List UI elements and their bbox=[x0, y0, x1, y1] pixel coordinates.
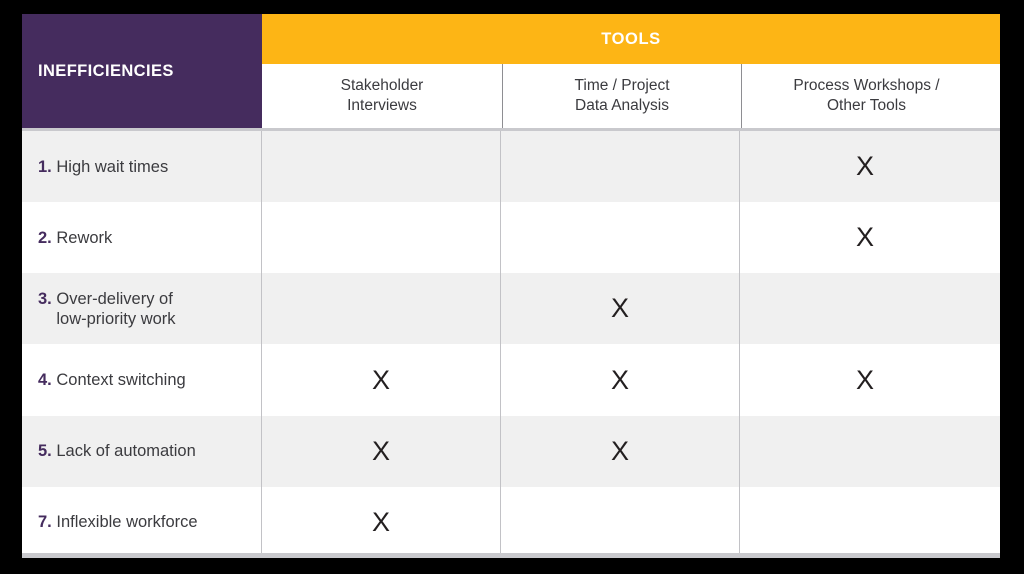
matrix-cell: X bbox=[501, 344, 740, 416]
column-header-text: Process Workshops / Other Tools bbox=[793, 76, 939, 116]
row-number: 1. bbox=[38, 157, 52, 176]
row-label-text: 2. Rework bbox=[38, 228, 112, 248]
row-label-line1: High wait times bbox=[56, 157, 169, 176]
table-row: 5. Lack of automation X X bbox=[22, 415, 1000, 487]
table-header-band: INEFFICIENCIES TOOLS Stakeholder Intervi… bbox=[22, 14, 1000, 128]
row-label-text: 5. Lack of automation bbox=[38, 441, 196, 461]
row-header-cell: 2. Rework bbox=[22, 202, 262, 274]
row-header-cell: 1. High wait times bbox=[22, 131, 262, 203]
column-header-text: Stakeholder Interviews bbox=[341, 76, 424, 116]
row-number: 3. bbox=[38, 289, 52, 308]
matrix-cell bbox=[740, 416, 990, 487]
row-header-cell: 4. Context switching bbox=[22, 344, 262, 416]
row-header-cell: 7. Inflexible workforce bbox=[22, 486, 262, 558]
row-label-line1: Over-delivery of bbox=[56, 289, 173, 308]
column-header-line2: Data Analysis bbox=[575, 97, 669, 114]
bottom-divider bbox=[22, 553, 1000, 558]
x-mark: X bbox=[610, 435, 629, 466]
matrix-cell: X bbox=[501, 415, 740, 487]
x-mark: X bbox=[855, 151, 874, 182]
x-mark: X bbox=[371, 364, 390, 395]
row-label-line1: Rework bbox=[56, 228, 113, 247]
matrix-cell bbox=[740, 273, 990, 344]
row-label-indent bbox=[38, 310, 56, 328]
column-header-text: Time / Project Data Analysis bbox=[574, 76, 669, 116]
matrix-table: INEFFICIENCIES TOOLS Stakeholder Intervi… bbox=[22, 14, 1000, 558]
tools-title: TOOLS bbox=[601, 29, 661, 48]
tools-group-header: TOOLS bbox=[262, 14, 1000, 64]
row-header-cell: 5. Lack of automation bbox=[22, 415, 262, 487]
table-row: 7. Inflexible workforce X bbox=[22, 486, 1000, 558]
matrix-cell bbox=[501, 131, 740, 203]
row-number: 2. bbox=[38, 228, 52, 247]
column-header-line1: Process Workshops / bbox=[793, 77, 940, 95]
table-row: 1. High wait times X bbox=[22, 131, 1000, 203]
matrix-cell bbox=[501, 202, 740, 274]
matrix-cell: X bbox=[262, 415, 501, 487]
row-number: 7. bbox=[38, 513, 52, 532]
matrix-cell: X bbox=[740, 344, 990, 415]
matrix-cell: X bbox=[740, 202, 990, 273]
matrix-cell bbox=[262, 273, 501, 345]
matrix-body: 1. High wait times X 2. Rework X 3. Over-del… bbox=[22, 128, 1000, 558]
inefficiencies-title: INEFFICIENCIES bbox=[38, 61, 174, 80]
corner-header-cell: INEFFICIENCIES bbox=[22, 14, 262, 128]
column-header-line2: Interviews bbox=[347, 97, 417, 114]
row-label-line1: Lack of automation bbox=[56, 442, 196, 461]
row-label-text: 7. Inflexible workforce bbox=[38, 512, 198, 532]
matrix-cell: X bbox=[262, 344, 501, 416]
table-row: 2. Rework X bbox=[22, 202, 1000, 274]
table-row: 4. Context switching X X X bbox=[22, 344, 1000, 416]
matrix-cell bbox=[262, 202, 501, 274]
column-header-line2: Other Tools bbox=[827, 97, 906, 114]
matrix-cell bbox=[501, 486, 740, 558]
column-header-line1: Time / Project bbox=[574, 77, 670, 95]
matrix-cell bbox=[262, 131, 501, 203]
column-header-line1: Stakeholder bbox=[340, 77, 424, 95]
matrix-cell: X bbox=[501, 273, 740, 345]
column-header-process-workshops-other-tools: Process Workshops / Other Tools bbox=[741, 64, 991, 128]
row-number: 5. bbox=[38, 442, 52, 461]
column-header-time-project-data-analysis: Time / Project Data Analysis bbox=[502, 64, 741, 128]
x-mark: X bbox=[371, 506, 390, 537]
row-label-text: 3. Over-delivery of low-priority work bbox=[38, 289, 176, 329]
column-header-row: Stakeholder Interviews Time / Project Da… bbox=[262, 64, 1000, 128]
matrix-cell bbox=[740, 487, 990, 558]
row-label-text: 1. High wait times bbox=[38, 157, 168, 177]
matrix-cell: X bbox=[262, 486, 501, 558]
matrix-cell: X bbox=[740, 131, 990, 202]
row-label-line2: low-priority work bbox=[56, 309, 176, 328]
row-header-cell: 3. Over-delivery of low-priority work bbox=[22, 273, 262, 345]
x-mark: X bbox=[855, 222, 874, 253]
x-mark: X bbox=[371, 435, 390, 466]
x-mark: X bbox=[610, 364, 629, 395]
row-number: 4. bbox=[38, 370, 52, 389]
table-row: 3. Over-delivery of low-priority work X bbox=[22, 273, 1000, 345]
x-mark: X bbox=[610, 293, 629, 324]
column-header-stakeholder-interviews: Stakeholder Interviews bbox=[262, 64, 502, 128]
row-label-line1: Inflexible workforce bbox=[56, 513, 198, 532]
row-label-text: 4. Context switching bbox=[38, 370, 186, 390]
row-label-line1: Context switching bbox=[56, 370, 186, 389]
x-mark: X bbox=[855, 364, 874, 395]
